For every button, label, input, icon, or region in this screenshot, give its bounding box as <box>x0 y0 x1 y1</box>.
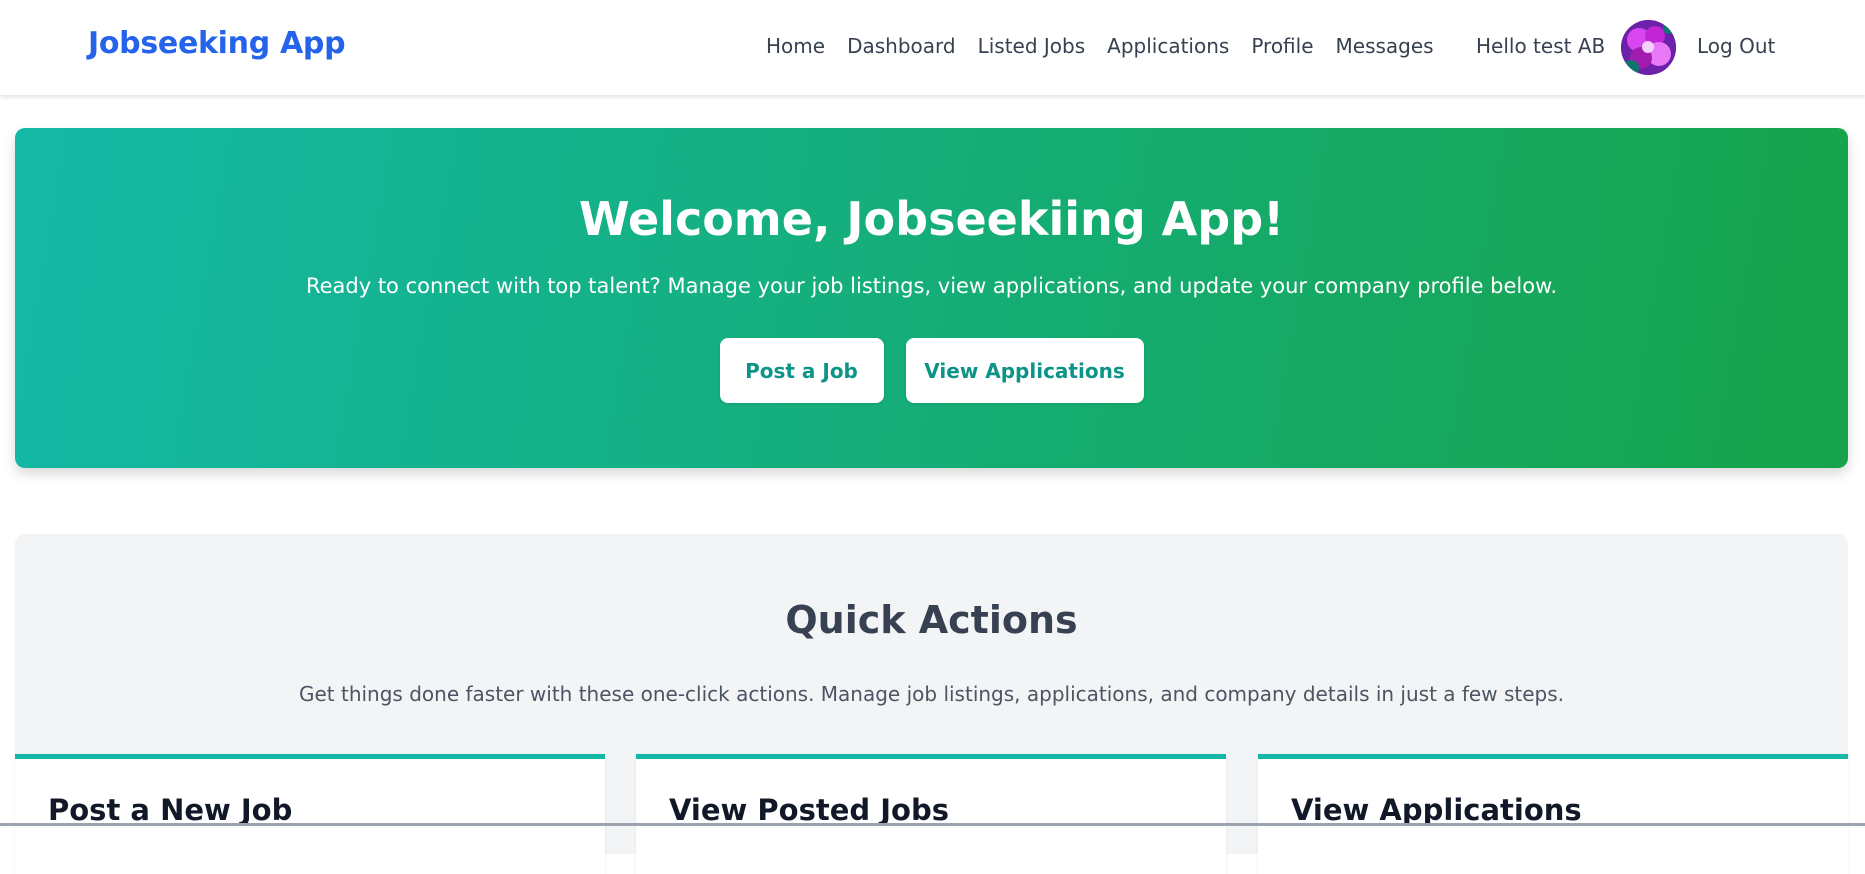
nav-link-profile[interactable]: Profile <box>1251 34 1313 58</box>
avatar-image <box>1621 20 1676 75</box>
hero-subtitle: Ready to connect with top talent? Manage… <box>305 274 1558 298</box>
hero-title: Welcome, Jobseekiing App! <box>578 192 1285 246</box>
view-applications-button[interactable]: View Applications <box>905 338 1144 403</box>
card-title: Post a New Job <box>48 793 293 827</box>
card-view-applications[interactable]: View Applications <box>1258 754 1848 874</box>
quick-actions-title: Quick Actions <box>785 598 1078 642</box>
user-avatar[interactable] <box>1621 20 1676 75</box>
nav-link-dashboard[interactable]: Dashboard <box>847 34 956 58</box>
quick-actions-section: Quick Actions Get things done faster wit… <box>15 534 1848 874</box>
logout-link[interactable]: Log Out <box>1697 34 1775 58</box>
nav-link-home[interactable]: Home <box>766 34 825 58</box>
welcome-hero: Welcome, Jobseekiing App! Ready to conne… <box>15 128 1848 468</box>
post-job-button[interactable]: Post a Job <box>719 338 884 403</box>
card-post-new-job[interactable]: Post a New Job <box>15 754 605 874</box>
quick-actions-subtitle: Get things done faster with these one-cl… <box>298 682 1564 706</box>
hero-actions: Post a Job View Applications <box>15 338 1848 403</box>
brand-logo-link[interactable]: Jobseeking App <box>88 26 346 61</box>
user-greeting: Hello test AB <box>1476 34 1606 58</box>
card-title: View Applications <box>1291 793 1582 827</box>
main-nav: Home Dashboard Listed Jobs Applications … <box>766 34 1434 58</box>
nav-link-applications[interactable]: Applications <box>1107 34 1229 58</box>
card-title: View Posted Jobs <box>669 793 949 827</box>
nav-link-listed-jobs[interactable]: Listed Jobs <box>978 34 1086 58</box>
card-view-posted-jobs[interactable]: View Posted Jobs <box>636 754 1226 874</box>
nav-link-messages[interactable]: Messages <box>1336 34 1434 58</box>
navbar: Jobseeking App Home Dashboard Listed Job… <box>0 0 1865 95</box>
